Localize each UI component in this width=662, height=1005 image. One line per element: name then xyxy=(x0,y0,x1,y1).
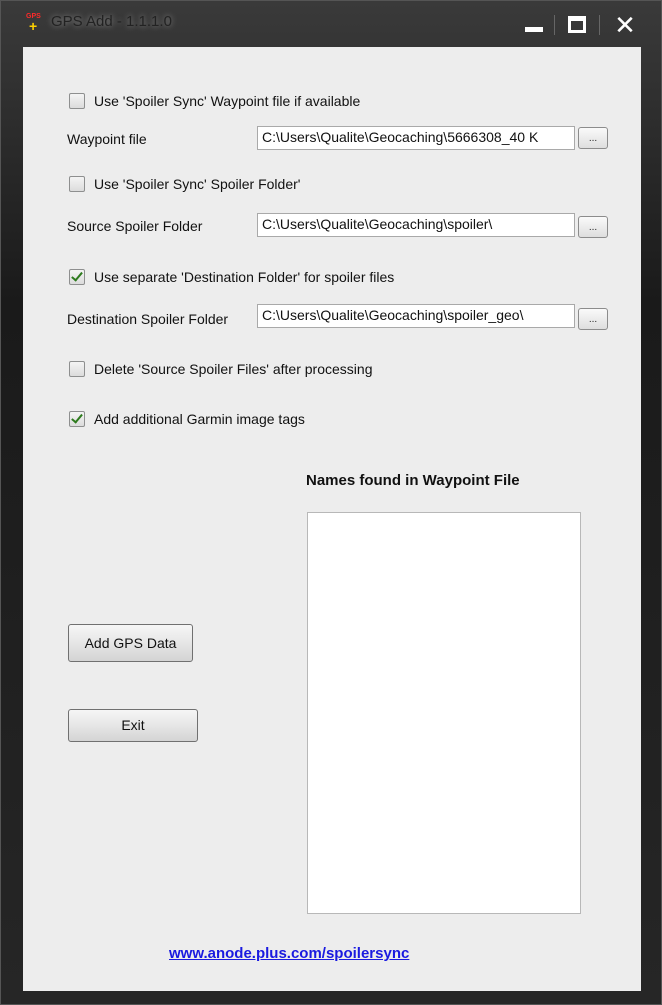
use-waypoint-file-checkbox[interactable] xyxy=(69,93,85,109)
waypoint-file-input[interactable]: C:\Users\Qualite\Geocaching\5666308_40 K xyxy=(257,126,575,150)
window-title: GPS Add - 1.1.1.0 xyxy=(51,13,172,30)
exit-button[interactable]: Exit xyxy=(68,709,198,742)
minimize-button[interactable] xyxy=(515,5,555,45)
titlebar-separator xyxy=(599,15,600,35)
use-destination-folder-label: Use separate 'Destination Folder' for sp… xyxy=(94,269,395,285)
form-body: Use 'Spoiler Sync' Waypoint file if avai… xyxy=(23,47,641,991)
add-gps-data-button[interactable]: Add GPS Data xyxy=(68,624,193,662)
delete-source-checkbox[interactable] xyxy=(69,361,85,377)
waypoint-file-label: Waypoint file xyxy=(67,131,147,147)
use-spoiler-folder-label: Use 'Spoiler Sync' Spoiler Folder' xyxy=(94,176,301,192)
garmin-tags-checkbox[interactable] xyxy=(69,411,85,427)
use-destination-folder-checkbox[interactable] xyxy=(69,269,85,285)
source-folder-input[interactable]: C:\Users\Qualite\Geocaching\spoiler\ xyxy=(257,213,575,237)
source-folder-label: Source Spoiler Folder xyxy=(67,218,203,234)
title-bar[interactable]: GPS + GPS Add - 1.1.1.0 ✕ xyxy=(1,1,661,47)
close-button[interactable]: ✕ xyxy=(605,5,645,45)
names-list-heading: Names found in Waypoint File xyxy=(306,472,520,489)
destination-folder-input[interactable]: C:\Users\Qualite\Geocaching\spoiler_geo\ xyxy=(257,304,575,328)
use-spoiler-folder-checkbox[interactable] xyxy=(69,176,85,192)
maximize-button[interactable] xyxy=(558,5,598,45)
titlebar-separator xyxy=(554,15,555,35)
delete-source-label: Delete 'Source Spoiler Files' after proc… xyxy=(94,361,373,377)
destination-folder-browse-button[interactable]: ... xyxy=(578,308,608,330)
names-listbox[interactable] xyxy=(307,512,581,914)
destination-folder-label: Destination Spoiler Folder xyxy=(67,311,229,327)
source-folder-browse-button[interactable]: ... xyxy=(578,216,608,238)
use-waypoint-file-label: Use 'Spoiler Sync' Waypoint file if avai… xyxy=(94,93,361,109)
gps-app-icon: GPS + xyxy=(26,13,41,34)
waypoint-file-browse-button[interactable]: ... xyxy=(578,127,608,149)
spoilersync-website-link[interactable]: www.anode.plus.com/spoilersync xyxy=(169,945,409,962)
garmin-tags-label: Add additional Garmin image tags xyxy=(94,411,305,427)
app-window: GPS + GPS Add - 1.1.1.0 ✕ Use 'Spoiler S… xyxy=(0,0,662,1005)
